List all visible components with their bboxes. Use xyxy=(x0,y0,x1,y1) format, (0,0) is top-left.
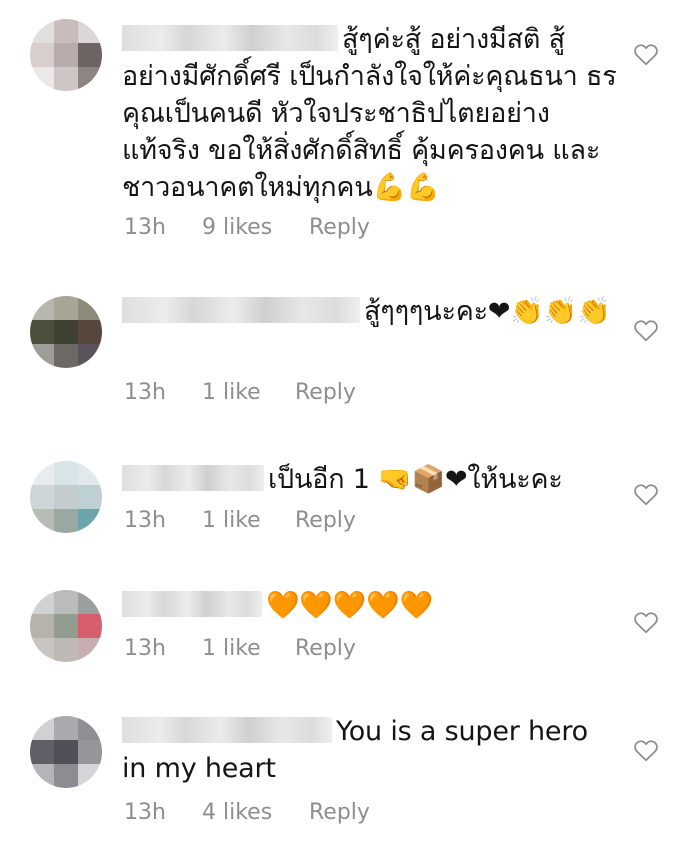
reply-button[interactable]: Reply xyxy=(295,508,356,533)
avatar-pixel xyxy=(30,67,54,91)
avatar-pixel xyxy=(30,320,54,344)
avatar-pixel xyxy=(30,485,54,509)
avatar-pixel xyxy=(54,638,78,662)
username-blurred[interactable] xyxy=(122,297,360,323)
avatar-pixel xyxy=(54,320,78,344)
comment-text: 🧡🧡🧡🧡🧡 xyxy=(122,587,620,624)
avatar-pixel xyxy=(54,716,78,740)
avatar-pixel xyxy=(78,638,102,662)
avatar-pixel xyxy=(30,638,54,662)
avatar-pixel xyxy=(54,344,78,368)
likes-count[interactable]: 1 like xyxy=(202,508,261,533)
avatar-pixel xyxy=(78,43,102,67)
timestamp: 13h xyxy=(124,380,166,405)
reply-button[interactable]: Reply xyxy=(295,380,356,405)
username-blurred[interactable] xyxy=(122,717,332,743)
avatar[interactable] xyxy=(30,461,102,533)
avatar-pixel xyxy=(30,614,54,638)
timestamp: 13h xyxy=(124,215,166,240)
avatar-pixel xyxy=(30,461,54,485)
like-heart-icon[interactable] xyxy=(633,318,659,342)
avatar-pixel xyxy=(30,43,54,67)
avatar-pixel xyxy=(54,764,78,788)
avatar[interactable] xyxy=(30,590,102,662)
comment-meta: 13h 1 like Reply xyxy=(122,636,522,664)
avatar-pixel xyxy=(78,461,102,485)
likes-count[interactable]: 1 like xyxy=(202,636,261,661)
avatar-pixel xyxy=(54,740,78,764)
avatar-pixel xyxy=(54,614,78,638)
avatar-pixel xyxy=(30,740,54,764)
comment-meta: 13h 1 like Reply xyxy=(122,508,522,536)
like-heart-icon[interactable] xyxy=(633,738,659,762)
comment-body: เป็นอีก 1 🤜📦❤ให้นะคะ xyxy=(268,464,563,495)
timestamp: 13h xyxy=(124,508,166,533)
timestamp: 13h xyxy=(124,636,166,661)
comments-list: สู้ๆค่ะสู้ อย่างมีสติ สู้ อย่างมีศักดิ์ศ… xyxy=(0,0,700,844)
avatar-pixel xyxy=(78,764,102,788)
avatar[interactable] xyxy=(30,19,102,91)
avatar-pixel xyxy=(78,590,102,614)
avatar-pixel xyxy=(78,296,102,320)
avatar-pixel xyxy=(78,320,102,344)
avatar-pixel xyxy=(54,19,78,43)
avatar-pixel xyxy=(30,344,54,368)
username-blurred[interactable] xyxy=(122,591,262,617)
avatar-pixel xyxy=(54,509,78,533)
avatar-pixel xyxy=(54,296,78,320)
timestamp: 13h xyxy=(124,800,166,825)
avatar-pixel xyxy=(30,590,54,614)
comment-body: 🧡🧡🧡🧡🧡 xyxy=(266,590,434,621)
username-blurred[interactable] xyxy=(122,465,264,491)
avatar-pixel xyxy=(78,67,102,91)
username-blurred[interactable] xyxy=(122,25,338,51)
avatar-pixel xyxy=(54,67,78,91)
likes-count[interactable]: 4 likes xyxy=(202,800,272,825)
comment-text: You is a super hero in my heart xyxy=(122,713,620,787)
avatar-pixel xyxy=(78,509,102,533)
like-heart-icon[interactable] xyxy=(633,610,659,634)
avatar-pixel xyxy=(54,485,78,509)
avatar-pixel xyxy=(78,716,102,740)
avatar-pixel xyxy=(30,296,54,320)
like-heart-icon[interactable] xyxy=(633,482,659,506)
likes-count[interactable]: 1 like xyxy=(202,380,261,405)
avatar-pixel xyxy=(78,344,102,368)
avatar-pixel xyxy=(30,509,54,533)
avatar-pixel xyxy=(30,764,54,788)
comment-text: สู้ๆค่ะสู้ อย่างมีสติ สู้ อย่างมีศักดิ์ศ… xyxy=(122,21,620,206)
avatar-pixel xyxy=(78,740,102,764)
reply-button[interactable]: Reply xyxy=(295,636,356,661)
comment-meta: 13h 4 likes Reply xyxy=(122,800,522,828)
avatar-pixel xyxy=(78,19,102,43)
avatar[interactable] xyxy=(30,716,102,788)
comment-body: สู้ๆๆๆนะคะ❤👏👏👏 xyxy=(364,296,611,327)
reply-button[interactable]: Reply xyxy=(309,215,370,240)
comment-text: สู้ๆๆๆนะคะ❤👏👏👏 xyxy=(122,293,620,330)
avatar[interactable] xyxy=(30,296,102,368)
reply-button[interactable]: Reply xyxy=(309,800,370,825)
comment-meta: 13h 1 like Reply xyxy=(122,380,522,408)
avatar-pixel xyxy=(30,716,54,740)
avatar-pixel xyxy=(78,485,102,509)
avatar-pixel xyxy=(30,19,54,43)
avatar-pixel xyxy=(78,614,102,638)
comment-text: เป็นอีก 1 🤜📦❤ให้นะคะ xyxy=(122,461,620,498)
avatar-pixel xyxy=(54,43,78,67)
comment-meta: 13h 9 likes Reply xyxy=(122,215,522,243)
avatar-pixel xyxy=(54,461,78,485)
like-heart-icon[interactable] xyxy=(633,42,659,66)
likes-count[interactable]: 9 likes xyxy=(202,215,272,240)
avatar-pixel xyxy=(54,590,78,614)
